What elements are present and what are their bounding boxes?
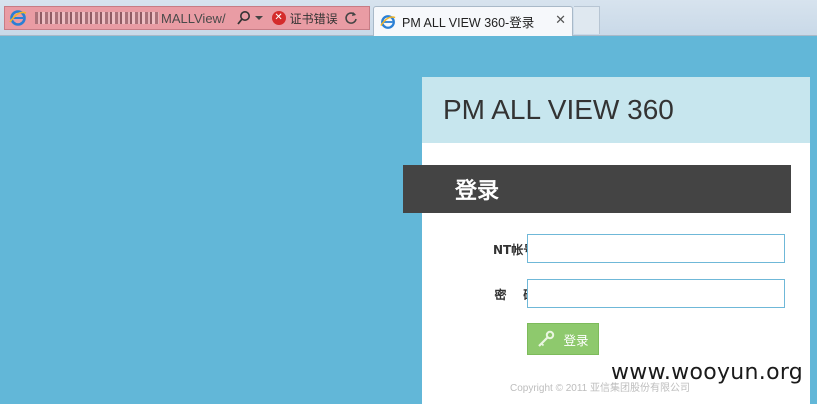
login-button-label: 登录	[563, 332, 589, 348]
login-banner: 登录	[403, 165, 791, 213]
tab-login[interactable]: PM ALL VIEW 360-登录 ✕	[373, 6, 573, 36]
close-icon[interactable]: ✕	[555, 13, 566, 28]
account-input[interactable]	[527, 234, 785, 263]
ie-logo-icon	[9, 10, 27, 26]
password-row: 密 码:	[422, 279, 810, 309]
panel-header: PM ALL VIEW 360	[422, 77, 810, 143]
key-icon	[538, 330, 555, 347]
blurred-url	[35, 12, 159, 24]
certificate-error-label[interactable]: 证书错误	[290, 10, 338, 27]
address-text: MALLView/	[161, 10, 226, 26]
ie-logo-icon	[380, 14, 396, 29]
address-bar[interactable]: MALLView/ ✕ 证书错误	[4, 6, 370, 30]
error-icon: ✕	[271, 11, 286, 25]
watermark-text: www.wooyun.org	[611, 360, 804, 385]
login-button[interactable]: 登录	[527, 323, 599, 355]
tab-title: PM ALL VIEW 360-登录	[402, 16, 535, 30]
new-tab-button[interactable]	[574, 6, 600, 34]
account-row: NT帐号:	[422, 234, 810, 264]
search-icon[interactable]	[236, 10, 252, 26]
chevron-down-icon[interactable]	[254, 13, 264, 23]
password-input[interactable]	[527, 279, 785, 308]
login-heading: 登录	[455, 179, 500, 204]
app-title: PM ALL VIEW 360	[443, 94, 674, 125]
refresh-icon[interactable]	[344, 11, 358, 25]
browser-toolbar: MALLView/ ✕ 证书错误 PM ALL VIEW 360-登录 ✕	[0, 0, 817, 36]
